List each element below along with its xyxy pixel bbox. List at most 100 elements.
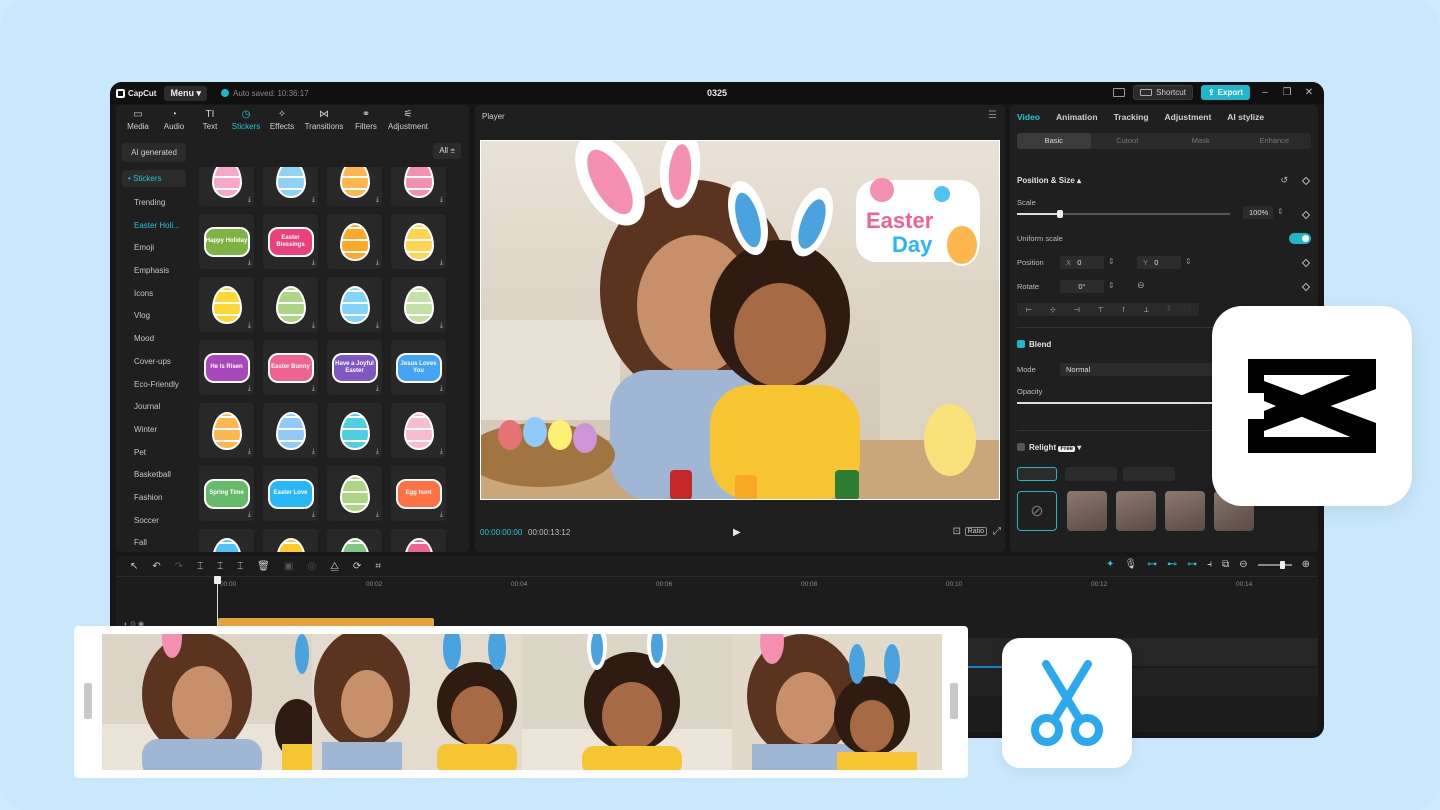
restore-icon[interactable]: ❐	[1280, 87, 1294, 98]
download-icon[interactable]: ⤓	[376, 385, 379, 393]
sticker-item[interactable]: ⤓	[199, 277, 254, 332]
split-view-icon[interactable]: ⫞	[1207, 559, 1212, 570]
sticker-item[interactable]: Jesus Loves You ⤓	[391, 340, 446, 395]
category-item[interactable]: Vlog	[122, 305, 186, 328]
subtab-enhance[interactable]: Enhance	[1238, 133, 1312, 149]
category-item[interactable]: Mood	[122, 328, 186, 351]
rotate-dial-icon[interactable]: ⊖	[1137, 280, 1145, 291]
timeline-ruler[interactable]: 00:00 00:02 00:04 00:06 00:08 00:10 00:1…	[116, 576, 1318, 592]
zoom-knob[interactable]	[1279, 560, 1285, 569]
align-right-icon[interactable]: ⊣	[1074, 306, 1080, 314]
download-icon[interactable]: ⤓	[376, 196, 379, 204]
shortcut-button[interactable]: Shortcut	[1133, 85, 1193, 100]
tab-transitions[interactable]: ⋈ Transitions	[300, 105, 348, 135]
tab-media[interactable]: ▭ Media	[120, 105, 156, 135]
sticker-item[interactable]: ⤓	[391, 214, 446, 269]
tab-adjustment[interactable]: Adjustment	[1165, 112, 1212, 122]
preview-icon[interactable]: ⧉	[1222, 559, 1229, 570]
split-left-icon[interactable]: ⌶	[217, 561, 223, 572]
sticker-item[interactable]: ⤓	[391, 403, 446, 458]
video-canvas[interactable]: Easter Day	[480, 140, 1000, 500]
redo-icon[interactable]: ↷	[175, 561, 183, 572]
download-icon[interactable]: ⤓	[248, 196, 251, 204]
category-item[interactable]: Journal	[122, 396, 186, 419]
download-icon[interactable]: ⤓	[248, 322, 251, 330]
ratio-button[interactable]: Ratio	[964, 527, 987, 536]
subtab-cutout[interactable]: Cutout	[1091, 133, 1165, 149]
relight-checkbox[interactable]	[1017, 443, 1025, 451]
ai-generated-button[interactable]: AI generated	[122, 143, 186, 162]
keyframe-icon[interactable]	[1301, 210, 1311, 220]
category-item[interactable]: Eco-Friendly	[122, 374, 186, 397]
sticker-item[interactable]: ⤓	[263, 403, 318, 458]
scale-stepper-icon[interactable]: ⇕	[1277, 207, 1284, 216]
zoom-in-icon[interactable]: ⊕	[1302, 559, 1310, 570]
sticker-item[interactable]: Have a Joyful Easter ⤓	[327, 340, 382, 395]
fullscreen-icon[interactable]: ⤢	[993, 526, 1001, 537]
align-center-icon[interactable]: ⊹	[1050, 306, 1056, 314]
sticker-item[interactable]: ⤓	[199, 403, 254, 458]
keyframe-icon[interactable]	[1301, 176, 1311, 186]
download-icon[interactable]: ⤓	[440, 322, 443, 330]
sticker-item[interactable]: ⤓	[391, 167, 446, 206]
subtab-basic[interactable]: Basic	[1017, 133, 1091, 149]
y-stepper-icon[interactable]: ⇕	[1185, 257, 1192, 266]
position-x-field[interactable]: X 0	[1060, 256, 1104, 269]
relight-pill[interactable]	[1123, 467, 1175, 481]
reset-icon[interactable]: ↺	[1280, 175, 1288, 186]
category-item[interactable]: Emphasis	[122, 260, 186, 283]
close-icon[interactable]: ✕	[1302, 87, 1316, 98]
sticker-item[interactable]: ⤓	[263, 529, 318, 552]
category-item[interactable]: Basketball	[122, 464, 186, 487]
category-item[interactable]: Soccer	[122, 510, 186, 533]
download-icon[interactable]: ⤓	[376, 511, 379, 519]
align-top-icon[interactable]: ⊤	[1098, 306, 1104, 314]
sticker-item[interactable]: ⤓	[327, 214, 382, 269]
category-item[interactable]: Easter Holi...	[122, 215, 186, 238]
x-stepper-icon[interactable]: ⇕	[1108, 257, 1115, 266]
distribute-v-icon[interactable]: ⫶	[1188, 306, 1190, 314]
select-tool-icon[interactable]: ↖	[130, 561, 138, 572]
download-icon[interactable]: ⤓	[440, 385, 443, 393]
category-item[interactable]: Fashion	[122, 487, 186, 510]
download-icon[interactable]: ⤓	[440, 259, 443, 267]
sticker-item[interactable]: ⤓	[391, 529, 446, 552]
player-menu-icon[interactable]: ☰	[988, 110, 997, 121]
tab-ai-stylize[interactable]: AI stylize	[1227, 112, 1264, 122]
category-item[interactable]: Fall	[122, 532, 186, 555]
easter-day-sticker[interactable]: Easter Day	[856, 178, 980, 266]
align-middle-icon[interactable]: ⊺	[1122, 306, 1126, 314]
crop-icon[interactable]: ⌗	[375, 561, 381, 572]
download-icon[interactable]: ⤓	[312, 196, 315, 204]
relight-none-option[interactable]: ⊘	[1017, 491, 1057, 531]
undo-icon[interactable]: ↶	[152, 561, 160, 572]
mirror-icon[interactable]: ⧋	[330, 561, 339, 572]
tab-text[interactable]: TI Text	[192, 105, 228, 135]
distribute-h-icon[interactable]: ⫴	[1167, 306, 1170, 314]
download-icon[interactable]: ⤓	[248, 259, 251, 267]
sticker-item[interactable]: ⤓	[327, 466, 382, 521]
relight-preset[interactable]	[1116, 491, 1156, 531]
ai-tool-icon[interactable]: ✦	[1106, 559, 1114, 570]
sticker-item[interactable]: Spring Time ⤓	[199, 466, 254, 521]
sticker-item[interactable]: ⤓	[327, 277, 382, 332]
split-right-icon[interactable]: ⌶	[237, 561, 243, 572]
sticker-item[interactable]: Egg hunt ⤓	[391, 466, 446, 521]
download-icon[interactable]: ⤓	[312, 259, 315, 267]
download-icon[interactable]: ⤓	[312, 385, 315, 393]
rotate-icon[interactable]: ⟳	[353, 561, 361, 572]
sticker-item[interactable]: Easter Love ⤓	[263, 466, 318, 521]
sticker-item[interactable]: ⤓	[263, 167, 318, 206]
position-y-field[interactable]: Y 0	[1137, 256, 1181, 269]
play-icon[interactable]: ▶	[733, 527, 741, 538]
tab-tracking[interactable]: Tracking	[1114, 112, 1149, 122]
scale-slider[interactable]	[1017, 210, 1230, 218]
sticker-item[interactable]: Easter Bunny ⤓	[263, 340, 318, 395]
freeze-icon[interactable]: ▣	[284, 561, 293, 572]
category-item[interactable]: Pet	[122, 442, 186, 465]
delete-icon[interactable]: 🗑	[257, 561, 270, 572]
download-icon[interactable]: ⤓	[248, 385, 251, 393]
uniform-scale-toggle[interactable]	[1289, 233, 1311, 244]
download-icon[interactable]: ⤓	[376, 259, 379, 267]
download-icon[interactable]: ⤓	[440, 196, 443, 204]
